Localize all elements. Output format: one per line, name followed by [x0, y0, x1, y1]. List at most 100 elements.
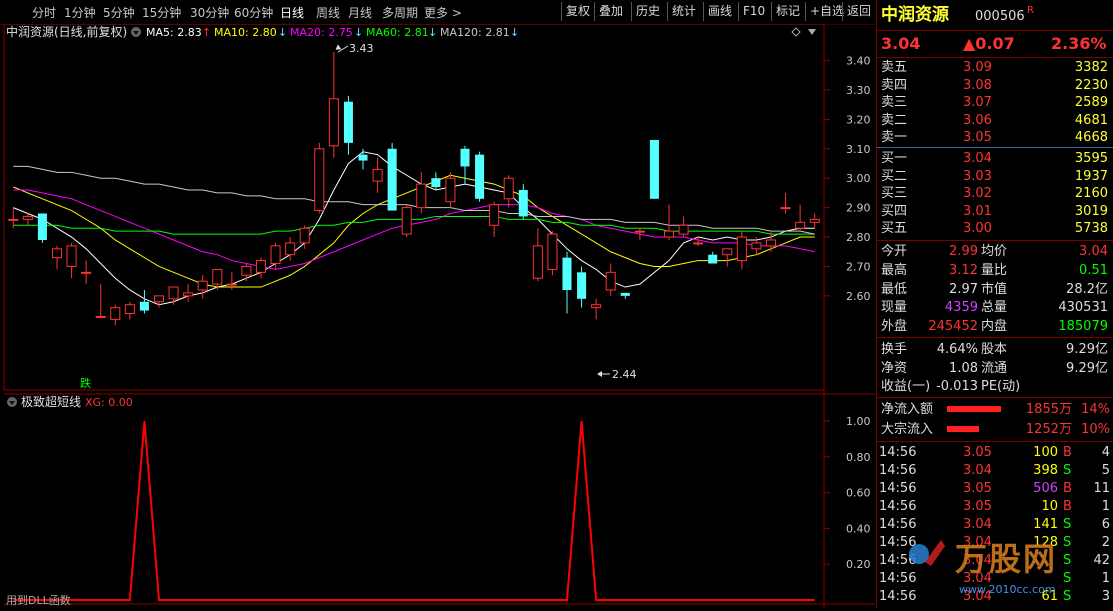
book-row: 买五 3.00 5738 [877, 220, 1113, 238]
candle [678, 216, 689, 238]
toolbar-button-5[interactable]: F10 [738, 2, 771, 21]
price-tick-label: 2.70 [846, 260, 871, 273]
toolbar-button-0[interactable]: 复权 [561, 2, 594, 21]
period-tab-10[interactable]: 更多 > [424, 4, 462, 21]
period-tab-3[interactable]: 15分钟 [142, 4, 181, 21]
book-volume: 2589 [1074, 95, 1108, 111]
toolbar-button-8[interactable]: 返回 [842, 2, 875, 21]
candle-body [780, 207, 791, 210]
candle-body [328, 98, 339, 147]
xg-line [13, 420, 815, 601]
tick-volume: 10 [1041, 499, 1058, 514]
period-tab-5[interactable]: 60分钟 [234, 4, 273, 21]
stat-label: 最低 [881, 281, 908, 297]
book-row: 买二 3.03 1937 [877, 168, 1113, 186]
candle-body [591, 304, 602, 309]
toolbar-button-6[interactable]: 标记 [771, 2, 805, 21]
tick-count: 2 [1101, 535, 1110, 550]
tick-volume: 141 [1033, 517, 1058, 532]
candle [95, 284, 106, 318]
period-tab-2[interactable]: 5分钟 [103, 4, 135, 21]
flow-row: 大宗流入 1252万 10% [877, 421, 1113, 439]
candle-body [751, 242, 762, 250]
tick-count: 6 [1101, 517, 1110, 532]
kline-chart-svg[interactable]: 中润资源(日线,前复权) MA5: 2.83 ↑ MA10: 2.80 ↓ MA20: … [0, 23, 875, 608]
candle [809, 213, 820, 229]
candle [620, 292, 630, 299]
candle-body [183, 292, 194, 297]
chart-tool-icons[interactable] [791, 27, 816, 37]
legend-collapse-icon[interactable] [131, 27, 141, 37]
candle [562, 251, 572, 314]
flow-pct: 10% [1081, 421, 1110, 437]
book-label: 买四 [881, 203, 908, 219]
book-price: 3.06 [963, 112, 992, 128]
period-tab-4[interactable]: 30分钟 [190, 4, 229, 21]
candle [445, 172, 456, 208]
book-price: 3.05 [963, 130, 992, 146]
last-price: 3.04 [881, 34, 921, 53]
toolbar-button-1[interactable]: 叠加 [594, 2, 631, 21]
candle [81, 260, 92, 285]
watermark-logo [905, 532, 953, 572]
candle-body [577, 272, 587, 299]
period-tab-8[interactable]: 月线 [348, 4, 372, 21]
indicator-collapse-icon[interactable] [7, 397, 17, 407]
tick-side: S [1063, 589, 1072, 604]
candle [255, 257, 267, 279]
stat-value: 4359 [944, 300, 978, 316]
period-tab-6[interactable]: 日线 [280, 4, 304, 21]
stat-label: 现量 [881, 300, 908, 316]
tick-count: 1 [1101, 571, 1110, 586]
ma-trend-arrow: ↑ [202, 26, 211, 39]
tick-time: 14:56 [879, 445, 917, 460]
toolbar-button-4[interactable]: 画线 [703, 2, 738, 21]
candle-body [270, 245, 281, 265]
chart-area[interactable]: 中润资源(日线,前复权) MA5: 2.83 ↑ MA10: 2.80 ↓ MA20: … [0, 23, 875, 608]
candle [51, 245, 63, 270]
indicator-tick-label: 0.60 [846, 487, 871, 500]
toolbar-button-2[interactable]: 历史 [631, 2, 667, 21]
dropdown-icon [808, 29, 816, 35]
period-tab-1[interactable]: 1分钟 [64, 4, 96, 21]
stock-header: 中润资源 000506 R [877, 5, 1113, 28]
candle [110, 304, 121, 326]
book-label: 卖一 [881, 130, 908, 146]
candle [241, 263, 252, 282]
candle-body [197, 280, 208, 291]
candle-body [401, 207, 412, 235]
fund-label: 收益(一) [881, 379, 931, 394]
book-label: 卖五 [881, 60, 908, 75]
price-tick-label: 3.30 [846, 84, 871, 97]
stat-label: 内盘 [981, 319, 1008, 335]
fund-label: PE(动) [981, 379, 1021, 394]
tick-row: 14:56 3.04 398 S 5 [877, 462, 1113, 480]
period-tab-9[interactable]: 多周期 [382, 4, 418, 21]
candle-body [314, 148, 325, 212]
candle-body [693, 242, 704, 245]
book-label: 卖三 [881, 95, 908, 111]
book-label: 卖四 [881, 77, 908, 93]
price-tick-label: 3.10 [846, 143, 871, 156]
stat-value: 0.51 [1079, 262, 1108, 278]
tick-volume: 398 [1033, 463, 1058, 478]
stats-row: 今开 2.99 均价 3.04 [877, 243, 1113, 261]
tick-time: 14:56 [879, 463, 917, 478]
candle-body [66, 245, 77, 267]
book-price: 3.04 [963, 151, 992, 166]
high-label: 3.43 [349, 42, 374, 55]
stats-row: 现量 4359 总量 430531 [877, 299, 1113, 317]
period-tab-7[interactable]: 周线 [316, 4, 340, 21]
candle [503, 175, 514, 208]
book-divider [877, 147, 1113, 148]
price-tick-label: 3.20 [846, 113, 871, 126]
period-tab-0[interactable]: 分时 [32, 4, 56, 21]
indicator-xg: XG: 0.00 [85, 396, 133, 409]
fund-value: 9.29亿 [1066, 360, 1108, 376]
fund-value: 1.08 [949, 360, 978, 376]
toolbar-button-3[interactable]: 统计 [667, 2, 703, 21]
toolbar-button-7[interactable]: +自选 [805, 2, 844, 21]
tick-volume: 506 [1033, 481, 1058, 496]
candle-body [81, 271, 92, 274]
tick-time: 14:56 [879, 589, 917, 604]
